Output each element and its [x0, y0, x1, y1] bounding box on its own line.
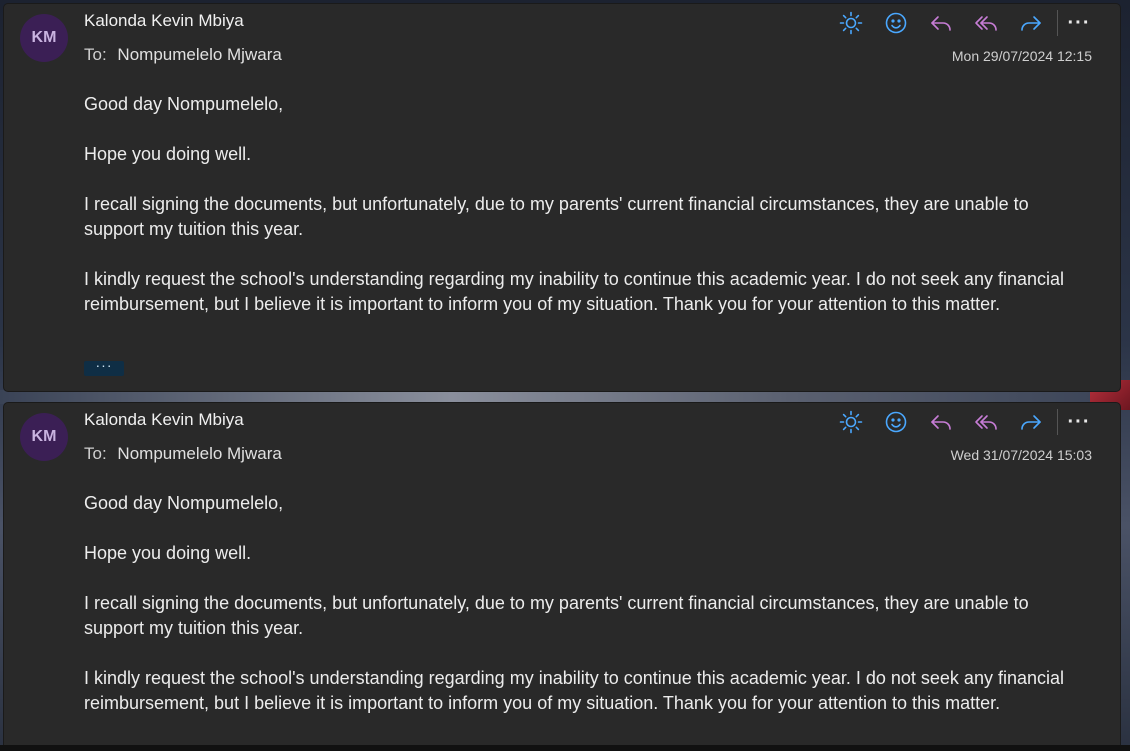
more-icon[interactable]: ···: [1064, 407, 1094, 437]
to-label: To:: [84, 45, 107, 64]
message-date: Mon 29/07/2024 12:15: [951, 48, 1092, 64]
taskbar-edge: [0, 745, 1130, 751]
toolbar-divider: [1057, 10, 1058, 36]
message-body: Good day Nompumelelo, Hope you doing wel…: [84, 92, 1084, 342]
body-paragraph: I kindly request the school's understand…: [84, 269, 1064, 314]
sender-name[interactable]: Kalonda Kevin Mbiya: [84, 11, 244, 31]
body-paragraph: Hope you doing well.: [84, 543, 252, 563]
recipient-name[interactable]: Nompumelelo Mjwara: [117, 45, 281, 64]
forward-icon[interactable]: [1015, 8, 1047, 38]
recipient-line: To: Nompumelelo Mjwara: [84, 444, 282, 464]
message-toolbar: ···: [822, 8, 1094, 38]
to-label: To:: [84, 444, 107, 463]
sender-name[interactable]: Kalonda Kevin Mbiya: [84, 410, 244, 430]
emoji-icon[interactable]: [880, 407, 912, 437]
avatar[interactable]: KM: [20, 413, 68, 461]
background-strip: [0, 390, 1130, 404]
message-card[interactable]: KM Kalonda Kevin Mbiya To: Nompumelelo M…: [4, 4, 1120, 391]
body-paragraph: I recall signing the documents, but unfo…: [84, 194, 1029, 239]
message-date: Wed 31/07/2024 15:03: [950, 447, 1092, 463]
forward-icon[interactable]: [1015, 407, 1047, 437]
toolbar-divider: [1057, 409, 1058, 435]
body-paragraph: Good day Nompumelelo,: [84, 493, 284, 513]
sun-icon[interactable]: [835, 407, 867, 437]
body-paragraph: I recall signing the documents, but unfo…: [84, 593, 1029, 638]
message-toolbar: ···: [822, 407, 1094, 437]
more-icon[interactable]: ···: [1064, 8, 1094, 38]
reply-all-icon[interactable]: [970, 407, 1002, 437]
message-body: Good day Nompumelelo, Hope you doing wel…: [84, 491, 1084, 741]
emoji-icon[interactable]: [880, 8, 912, 38]
recipient-name[interactable]: Nompumelelo Mjwara: [117, 444, 281, 463]
recipient-line: To: Nompumelelo Mjwara: [84, 45, 282, 65]
body-paragraph: Good day Nompumelelo,: [84, 94, 284, 114]
reply-icon[interactable]: [925, 407, 957, 437]
body-paragraph: Hope you doing well.: [84, 144, 252, 164]
avatar[interactable]: KM: [20, 14, 68, 62]
show-trimmed-content-button[interactable]: ···: [84, 358, 124, 376]
reply-all-icon[interactable]: [970, 8, 1002, 38]
sun-icon[interactable]: [835, 8, 867, 38]
message-card[interactable]: KM Kalonda Kevin Mbiya To: Nompumelelo M…: [4, 403, 1120, 751]
reply-icon[interactable]: [925, 8, 957, 38]
body-paragraph: I kindly request the school's understand…: [84, 668, 1064, 713]
